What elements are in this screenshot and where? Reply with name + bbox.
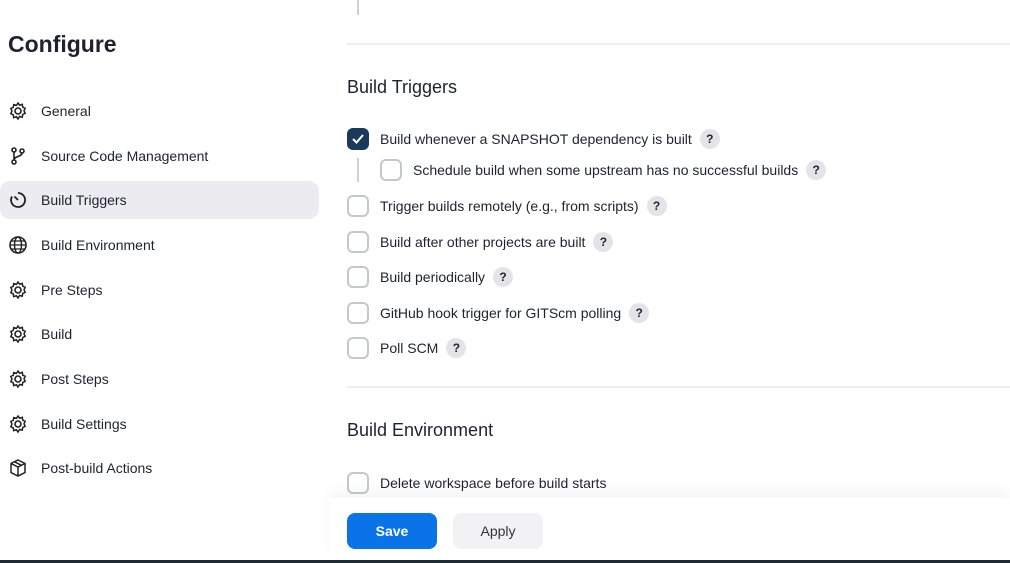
help-icon[interactable]: ? [446, 338, 467, 358]
checkbox-label: Build whenever a SNAPSHOT dependency is … [380, 131, 692, 147]
sidebar-item-build-triggers[interactable]: Build Triggers [0, 181, 319, 219]
divider [347, 43, 1010, 45]
sidebar-item-label: Build Settings [41, 416, 127, 432]
nested-indicator [357, 158, 359, 182]
checkbox-label: Schedule build when some upstream has no… [413, 162, 799, 178]
checkbox[interactable] [347, 302, 369, 324]
sidebar-item-pre-steps[interactable]: Pre Steps [0, 271, 319, 309]
checkbox-label: GitHub hook trigger for GITScm polling [380, 305, 622, 321]
checkbox-row-delete-workspace[interactable]: Delete workspace before build starts [347, 472, 606, 494]
divider [347, 386, 1010, 388]
checkbox[interactable] [347, 128, 369, 150]
checkbox-row[interactable]: Build after other projects are built? [347, 231, 614, 253]
section-heading-build-triggers: Build Triggers [347, 77, 458, 97]
sidebar-item-build-environment[interactable]: Build Environment [0, 226, 319, 264]
package-icon [10, 459, 26, 477]
sidebar-item-label: General [41, 103, 91, 119]
gear-icon [9, 369, 27, 389]
checkbox-label: Delete workspace before build starts [380, 475, 607, 491]
gear-icon [9, 324, 27, 344]
help-icon[interactable]: ? [699, 129, 720, 149]
checkbox[interactable] [347, 266, 369, 288]
gear-icon [9, 280, 27, 300]
branch-icon [11, 147, 25, 165]
checkbox-row[interactable]: Build periodically? [347, 266, 514, 288]
section-heading-build-environment: Build Environment [347, 420, 494, 440]
checkbox[interactable] [347, 337, 369, 359]
sidebar-item-label: Pre Steps [41, 282, 103, 298]
checkbox-row[interactable]: Build whenever a SNAPSHOT dependency is … [347, 128, 720, 150]
help-icon[interactable]: ? [806, 160, 827, 180]
page-title: Configure [8, 31, 117, 57]
checkbox-label: Poll SCM [380, 340, 439, 356]
sidebar-item-post-steps[interactable]: Post Steps [0, 360, 319, 398]
bottom-action-bar: Save Apply [330, 498, 1010, 560]
sidebar-item-post-build-actions[interactable]: Post-build Actions [0, 449, 319, 487]
gear-icon [9, 414, 27, 434]
gear-icon [9, 101, 27, 121]
help-icon[interactable]: ? [646, 196, 667, 216]
checkbox[interactable] [380, 159, 402, 181]
checkbox[interactable] [347, 472, 369, 494]
checkbox[interactable] [347, 195, 369, 217]
checkbox-row[interactable]: GitHub hook trigger for GITScm polling? [347, 302, 650, 324]
sidebar-item-label: Source Code Management [41, 148, 209, 164]
checkbox-row[interactable]: Poll SCM? [347, 337, 467, 359]
sidebar-item-label: Build Environment [41, 237, 155, 253]
checkbox-label: Build after other projects are built [380, 234, 586, 250]
checkbox-label: Build periodically [380, 269, 486, 285]
sidebar-item-source-code-management[interactable]: Source Code Management [0, 137, 319, 175]
help-icon[interactable]: ? [593, 232, 614, 252]
checkbox-row[interactable]: Schedule build when some upstream has no… [380, 159, 827, 181]
sidebar-item-general[interactable]: General [0, 92, 319, 130]
help-icon[interactable]: ? [629, 303, 650, 323]
apply-button[interactable]: Apply [453, 513, 543, 549]
sidebar-item-label: Post-build Actions [41, 460, 153, 476]
globe-icon [9, 236, 27, 254]
sidebar-item-label: Build Triggers [41, 192, 127, 208]
sidebar-item-build-settings[interactable]: Build Settings [0, 405, 319, 443]
timer-icon [10, 192, 26, 208]
save-button[interactable]: Save [347, 513, 437, 549]
checkbox-label: Trigger builds remotely (e.g., from scri… [380, 198, 639, 214]
sidebar-item-build[interactable]: Build [0, 315, 319, 353]
help-icon[interactable]: ? [493, 267, 514, 287]
checkbox-row[interactable]: Trigger builds remotely (e.g., from scri… [347, 195, 667, 217]
checkbox[interactable] [347, 231, 369, 253]
divider [357, 0, 359, 15]
sidebar-item-label: Build [41, 326, 73, 342]
sidebar-item-label: Post Steps [41, 371, 109, 387]
check-icon [352, 134, 364, 144]
